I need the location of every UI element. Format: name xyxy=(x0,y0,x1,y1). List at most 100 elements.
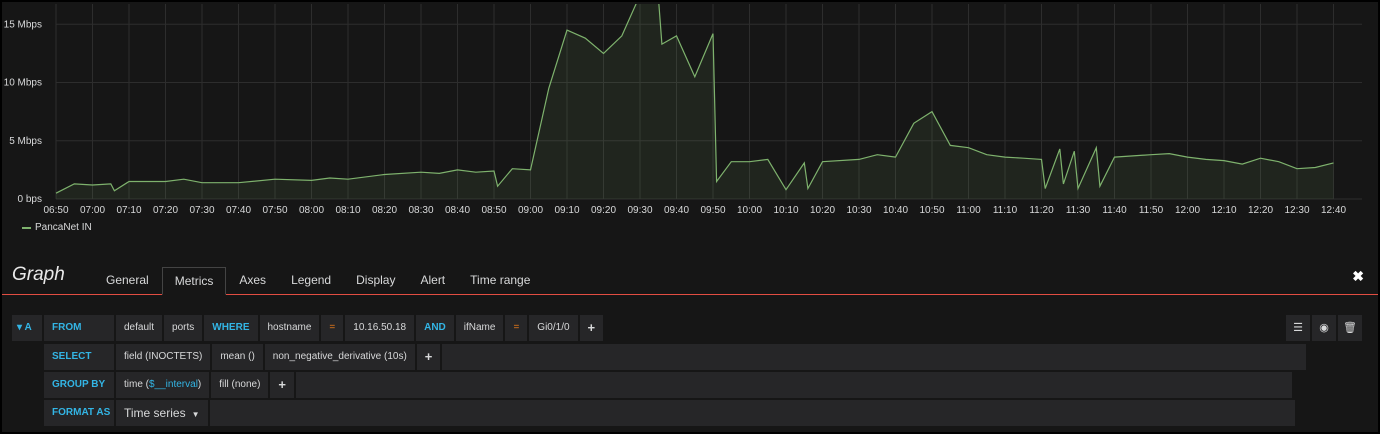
x-tick-label: 08:00 xyxy=(299,205,324,216)
y-tick-label: 5 Mbps xyxy=(9,136,42,147)
tab-metrics[interactable]: Metrics xyxy=(161,267,227,295)
x-tick-label: 12:00 xyxy=(1175,205,1200,216)
trash-icon[interactable]: 🗑 xyxy=(1338,315,1362,341)
where-key-ifname[interactable]: ifName xyxy=(455,315,504,341)
x-tick-label: 11:20 xyxy=(1029,205,1054,216)
x-tick-label: 08:20 xyxy=(372,205,397,216)
group-time-suffix: ) xyxy=(197,379,202,390)
x-tick-label: 09:40 xyxy=(664,205,689,216)
x-tick-label: 12:40 xyxy=(1321,205,1346,216)
where-operator-1[interactable]: = xyxy=(321,315,344,341)
select-field[interactable]: field (INOCTETS) xyxy=(116,344,211,370)
add-group-button[interactable]: + xyxy=(270,372,294,398)
row-filler xyxy=(209,400,1295,426)
caret-down-icon: ▼ xyxy=(191,410,200,419)
close-icon[interactable]: ✖ xyxy=(1352,268,1364,285)
add-where-button[interactable]: + xyxy=(579,315,604,341)
x-tick-label: 10:40 xyxy=(883,205,908,216)
group-by-time[interactable]: time ($__interval) xyxy=(116,372,210,398)
x-tick-label: 07:20 xyxy=(153,205,178,216)
x-tick-label: 12:30 xyxy=(1284,205,1309,216)
x-tick-label: 10:20 xyxy=(810,205,835,216)
select-label: SELECT xyxy=(44,344,114,370)
and-condition[interactable]: AND xyxy=(416,315,454,341)
graph-panel: 0 bps 5 Mbps 10 Mbps 15 Mbps 06:50 07:00 07:10… xyxy=(4,4,1376,236)
y-tick-label: 0 bps xyxy=(18,194,42,205)
x-tick-label: 09:10 xyxy=(554,205,579,216)
x-tick-label: 08:50 xyxy=(481,205,506,216)
x-tick-label: 07:40 xyxy=(226,205,251,216)
tab-general[interactable]: General xyxy=(94,267,161,294)
where-value-host[interactable]: 10.16.50.18 xyxy=(345,315,415,341)
editor-header: Graph General Metrics Axes Legend Displa… xyxy=(2,258,1378,295)
traffic-chart: 0 bps 5 Mbps 10 Mbps 15 Mbps 06:50 07:00 07:10… xyxy=(4,4,1362,216)
x-tick-label: 12:10 xyxy=(1211,205,1236,216)
menu-icon[interactable]: ☰ xyxy=(1286,315,1310,341)
x-tick-label: 10:30 xyxy=(846,205,871,216)
query-row-format: FORMAT AS Time series ▼ xyxy=(44,400,1295,426)
tab-display[interactable]: Display xyxy=(344,267,407,294)
x-tick-label: 11:00 xyxy=(956,205,981,216)
x-tick-label: 11:50 xyxy=(1139,205,1164,216)
group-time-prefix: time ( xyxy=(124,379,149,390)
x-tick-label: 09:30 xyxy=(627,205,652,216)
x-tick-label: 08:40 xyxy=(445,205,470,216)
panel-title: Graph xyxy=(12,264,65,285)
query-actions: ☰ ◉ 🗑 xyxy=(1284,315,1362,341)
policy-segment[interactable]: default xyxy=(116,315,163,341)
panel-editor-frame: 0 bps 5 Mbps 10 Mbps 15 Mbps 06:50 07:00 07:10… xyxy=(0,0,1380,434)
x-tick-label: 07:50 xyxy=(262,205,287,216)
x-tick-label: 09:20 xyxy=(591,205,616,216)
where-operator-2[interactable]: = xyxy=(505,315,528,341)
format-as-label: FORMAT AS xyxy=(44,400,114,426)
x-tick-label: 11:30 xyxy=(1066,205,1091,216)
query-ref-id: A xyxy=(24,322,32,333)
interval-variable: $__interval xyxy=(149,379,198,390)
tab-legend[interactable]: Legend xyxy=(279,267,343,294)
eye-icon[interactable]: ◉ xyxy=(1312,315,1336,341)
x-tick-label: 12:20 xyxy=(1248,205,1273,216)
x-tick-label: 07:00 xyxy=(80,205,105,216)
chart-legend[interactable]: PancaNet IN xyxy=(22,222,92,233)
legend-label: PancaNet IN xyxy=(35,222,92,233)
measurement-segment[interactable]: ports xyxy=(164,315,203,341)
add-select-button[interactable]: + xyxy=(416,344,441,370)
format-select[interactable]: Time series ▼ xyxy=(116,400,208,426)
x-tick-label: 11:40 xyxy=(1102,205,1127,216)
query-ref-toggle[interactable]: ▾ A xyxy=(12,315,42,341)
where-key-hostname[interactable]: hostname xyxy=(259,315,320,341)
row-filler xyxy=(442,344,1307,370)
query-row-group-by: GROUP BY time ($__interval) fill (none) … xyxy=(44,372,1292,398)
x-tick-label: 06:50 xyxy=(43,205,68,216)
y-tick-label: 10 Mbps xyxy=(4,78,42,89)
tab-time-range[interactable]: Time range xyxy=(458,267,542,294)
where-label: WHERE xyxy=(204,315,258,341)
from-label: FROM xyxy=(44,315,114,341)
x-tick-label: 11:10 xyxy=(993,205,1018,216)
x-tick-label: 09:50 xyxy=(700,205,725,216)
y-tick-label: 15 Mbps xyxy=(4,19,42,30)
where-value-ifname[interactable]: Gi0/1/0 xyxy=(529,315,578,341)
editor-tabs: General Metrics Axes Legend Display Aler… xyxy=(94,267,543,295)
format-value: Time series xyxy=(124,406,186,420)
x-tick-label: 09:00 xyxy=(518,205,543,216)
x-tick-label: 10:50 xyxy=(919,205,944,216)
x-tick-label: 10:00 xyxy=(737,205,762,216)
select-transform[interactable]: non_negative_derivative (10s) xyxy=(264,344,415,370)
x-tick-label: 08:10 xyxy=(335,205,360,216)
series-area xyxy=(56,4,1334,199)
group-by-fill[interactable]: fill (none) xyxy=(211,372,269,398)
x-tick-label: 08:30 xyxy=(408,205,433,216)
select-aggregation[interactable]: mean () xyxy=(212,344,263,370)
x-tick-label: 07:30 xyxy=(189,205,214,216)
row-filler xyxy=(296,372,1292,398)
x-tick-label: 07:10 xyxy=(116,205,141,216)
tab-axes[interactable]: Axes xyxy=(227,267,278,294)
tab-alert[interactable]: Alert xyxy=(408,267,457,294)
query-row-select: SELECT field (INOCTETS) mean () non_nega… xyxy=(44,344,1307,370)
caret-down-icon: ▾ xyxy=(17,322,23,333)
group-by-label: GROUP BY xyxy=(44,372,114,398)
x-tick-label: 10:10 xyxy=(773,205,798,216)
legend-swatch xyxy=(22,226,31,229)
query-row-from: ▾ A FROM default ports WHERE hostname = … xyxy=(12,315,605,341)
